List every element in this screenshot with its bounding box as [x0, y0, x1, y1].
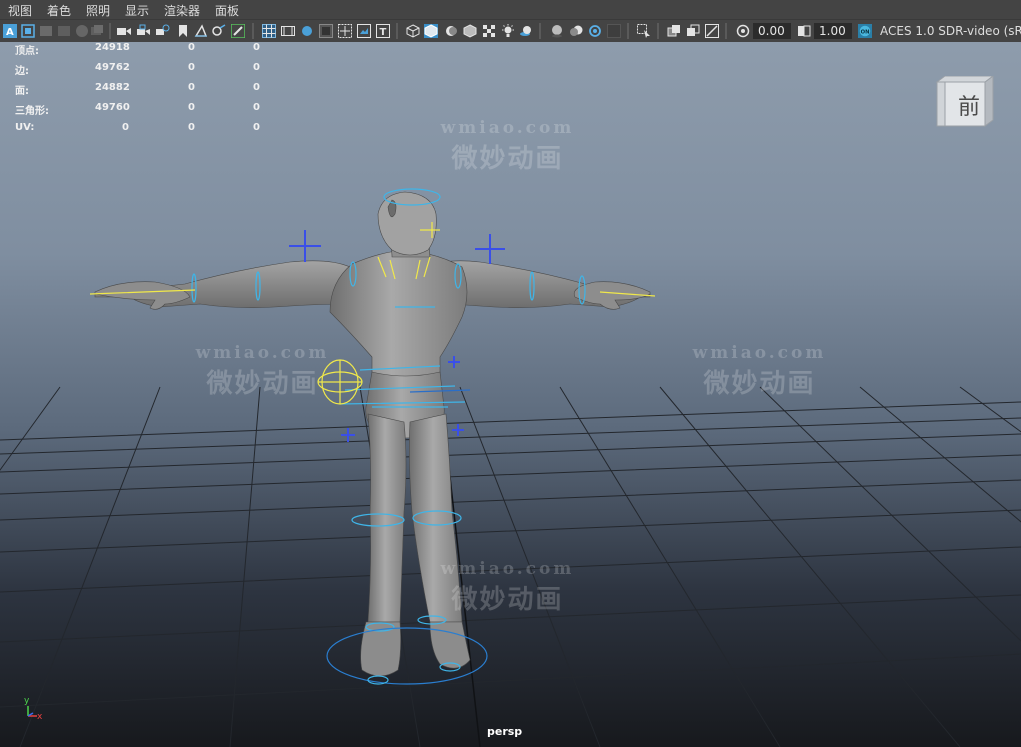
field-chart-icon[interactable] — [338, 24, 352, 38]
axis-y-label: y — [24, 696, 30, 706]
svg-text:ON: ON — [861, 30, 870, 36]
grid-icon[interactable] — [262, 24, 276, 38]
menu-panels[interactable]: 面板 — [215, 2, 239, 19]
toolbar-separator — [396, 23, 398, 39]
watermark-name: 微妙动画 — [451, 585, 564, 615]
hud-value-component: 0 — [253, 62, 260, 73]
menu-renderer[interactable]: 渲染器 — [164, 2, 200, 19]
hud-value-selected: 0 — [188, 62, 195, 73]
watermark: wmiao.com 微妙动画 — [430, 559, 585, 616]
camera-name-label: persp — [487, 725, 523, 738]
xray-icon[interactable] — [667, 24, 681, 38]
hud-value-selected: 0 — [188, 122, 195, 133]
screen-space-ao-icon[interactable] — [550, 24, 564, 38]
exposure-icon[interactable] — [736, 24, 750, 38]
backface-culling-icon[interactable] — [705, 24, 719, 38]
watermark: wmiao.com 微妙动画 — [430, 118, 585, 175]
safe-frame-icon[interactable] — [156, 24, 170, 38]
hud-label: UV: — [15, 122, 35, 133]
smooth-shading-icon[interactable] — [424, 24, 438, 38]
motion-blur-icon[interactable] — [569, 24, 583, 38]
hud-label: 边: — [15, 66, 29, 77]
xray-joints-icon[interactable] — [686, 24, 700, 38]
hud-value-component: 0 — [253, 102, 260, 113]
watermark-name: 微妙动画 — [451, 144, 564, 174]
color-management-icon[interactable]: ON — [858, 24, 872, 38]
watermark-site: wmiao.com — [692, 343, 827, 363]
gamma-icon[interactable] — [797, 24, 811, 38]
hud-value-selected: 0 — [188, 102, 195, 113]
checker-icon[interactable] — [482, 24, 496, 38]
camera-attributes-icon[interactable] — [39, 24, 53, 38]
multisample-aa-icon[interactable] — [588, 24, 602, 38]
image-plane-icon[interactable] — [75, 24, 89, 38]
watermark-site: wmiao.com — [195, 343, 330, 363]
panel-menu-bar: 视图 着色 照明 显示 渲染器 面板 — [0, 0, 1021, 19]
panel-toolbar: A T 0.00 1.00 ON ACES 1.0 SDR-video (sRG — [0, 19, 1021, 43]
watermark: wmiao.com 微妙动画 — [682, 343, 837, 400]
grease-pencil-active-icon[interactable] — [231, 24, 245, 38]
two-d-pan-icon[interactable] — [90, 24, 104, 38]
hud-value-total: 24918 — [95, 42, 130, 53]
watermark-site: wmiao.com — [440, 559, 575, 579]
bookmark-flag-icon[interactable] — [176, 24, 190, 38]
watermark-site: wmiao.com — [440, 118, 575, 138]
watermark: wmiao.com 微妙动画 — [185, 343, 340, 400]
light-icon[interactable] — [501, 24, 515, 38]
hud-label: 顶点: — [15, 46, 39, 57]
watermark-name: 微妙动画 — [703, 369, 816, 399]
film-gate-icon[interactable] — [194, 24, 208, 38]
grease-pencil-icon[interactable] — [212, 24, 226, 38]
hud-value-total: 49762 — [95, 62, 130, 73]
camera-icon[interactable] — [117, 24, 131, 38]
svg-text:T: T — [380, 27, 387, 38]
menu-view[interactable]: 视图 — [8, 2, 32, 19]
depth-of-field-icon[interactable] — [607, 24, 621, 38]
axis-x-label: x — [37, 712, 43, 722]
toolbar-separator — [725, 23, 727, 39]
hud-value-total: 24882 — [95, 82, 130, 93]
hud-value-total: 0 — [122, 122, 129, 133]
menu-shading[interactable]: 着色 — [47, 2, 71, 19]
resolution-gate-icon[interactable] — [300, 24, 314, 38]
toolbar-separator — [627, 23, 629, 39]
wireframe-shading-icon[interactable] — [406, 24, 420, 38]
hud-label: 面: — [15, 86, 29, 97]
shadows-icon[interactable] — [519, 24, 533, 38]
wireframe-on-shaded-icon[interactable] — [444, 24, 458, 38]
hud-label: 三角形: — [15, 106, 49, 117]
hud-value-selected: 0 — [188, 42, 195, 53]
toolbar-separator — [109, 23, 111, 39]
safe-title-icon[interactable]: T — [376, 24, 390, 38]
isolate-icon[interactable] — [637, 24, 651, 38]
exposure-field[interactable]: 0.00 — [753, 23, 791, 39]
watermark-name: 微妙动画 — [206, 369, 319, 399]
viewcube-face-label[interactable]: 前 — [958, 89, 980, 121]
frame-selected-icon[interactable] — [21, 24, 35, 38]
toolbar-separator — [539, 23, 541, 39]
bookmark-icon[interactable] — [57, 24, 71, 38]
hud-value-component: 0 — [253, 122, 260, 133]
hud-value-component: 0 — [253, 42, 260, 53]
safe-action-icon[interactable] — [357, 24, 371, 38]
color-space-label[interactable]: ACES 1.0 SDR-video (sRG — [880, 23, 1021, 39]
hud-value-selected: 0 — [188, 82, 195, 93]
film-gate-toggle-icon[interactable] — [281, 24, 295, 38]
toolbar-separator — [657, 23, 659, 39]
gate-mask-icon[interactable] — [319, 24, 333, 38]
hud-value-total: 49760 — [95, 102, 130, 113]
gamma-field[interactable]: 1.00 — [814, 23, 852, 39]
menu-lighting[interactable]: 照明 — [86, 2, 110, 19]
select-camera-icon[interactable]: A — [3, 24, 17, 38]
hud-value-component: 0 — [253, 82, 260, 93]
toolbar-separator — [252, 23, 254, 39]
textured-icon[interactable] — [463, 24, 477, 38]
camera-lock-icon[interactable] — [137, 24, 151, 38]
maya-viewport-window: 视图 着色 照明 显示 渲染器 面板 A T 0.00 1.00 ON ACES… — [0, 0, 1021, 747]
svg-text:A: A — [6, 27, 14, 38]
axis-gizmo-icon: y x — [24, 696, 43, 722]
perspective-viewport[interactable]: 顶点: 24918 0 0 边: 49762 0 0 面: 24882 0 0 … — [0, 42, 1021, 747]
menu-show[interactable]: 显示 — [125, 2, 149, 19]
